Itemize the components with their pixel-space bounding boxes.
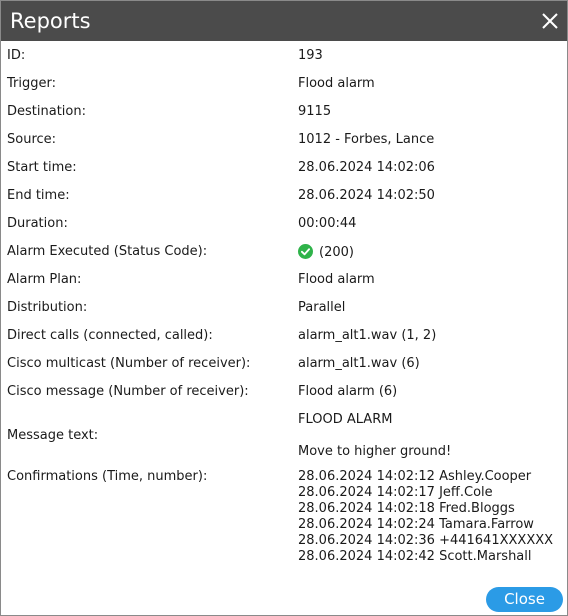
- field-end-time: End time: 28.06.2024 14:02:50: [1, 181, 567, 209]
- reports-dialog: Reports ID: 193 Trigger: Flood alarm Des…: [0, 0, 568, 616]
- field-label: Direct calls (connected, called):: [7, 328, 213, 343]
- status-code: (200): [319, 245, 354, 260]
- field-value: alarm_alt1.wav (1, 2): [298, 328, 437, 343]
- field-value: Flood alarm: [298, 272, 375, 287]
- dialog-title: Reports: [10, 9, 91, 33]
- field-label: Cisco message (Number of receiver):: [7, 384, 249, 399]
- field-value: alarm_alt1.wav (6): [298, 356, 420, 371]
- report-details: ID: 193 Trigger: Flood alarm Destination…: [1, 41, 567, 564]
- field-duration: Duration: 00:00:44: [1, 209, 567, 237]
- field-distribution: Distribution: Parallel: [1, 293, 567, 321]
- field-start-time: Start time: 28.06.2024 14:02:06: [1, 153, 567, 181]
- list-item: 28.06.2024 14:02:18 Fred.Bloggs: [298, 501, 515, 516]
- field-label: Distribution:: [7, 300, 88, 315]
- field-label: Duration:: [7, 216, 68, 231]
- message-line: FLOOD ALARM: [298, 412, 393, 427]
- field-value: 9115: [298, 104, 332, 119]
- field-label: Alarm Plan:: [7, 272, 82, 287]
- field-alarm-executed: Alarm Executed (Status Code): (200): [1, 237, 567, 265]
- field-label: End time:: [7, 188, 70, 203]
- field-value: Parallel: [298, 300, 346, 315]
- list-item: 28.06.2024 14:02:24 Tamara.Farrow: [298, 517, 534, 532]
- field-message-text: Message text: FLOOD ALARM Move to higher…: [1, 405, 567, 462]
- list-item: 28.06.2024 14:02:36 +441641XXXXXX: [298, 533, 554, 548]
- field-label: Destination:: [7, 104, 86, 119]
- close-button[interactable]: Close: [486, 587, 563, 612]
- field-cisco-multicast: Cisco multicast (Number of receiver): al…: [1, 349, 567, 377]
- list-item: 28.06.2024 14:02:17 Jeff.Cole: [298, 485, 493, 500]
- list-item: 28.06.2024 14:02:42 Scott.Marshall: [298, 549, 532, 564]
- field-source: Source: 1012 - Forbes, Lance: [1, 125, 567, 153]
- field-value-with-status: (200): [298, 244, 354, 261]
- field-id: ID: 193: [1, 41, 567, 69]
- field-value: 00:00:44: [298, 216, 357, 231]
- field-label: ID:: [7, 48, 26, 63]
- field-label: Start time:: [7, 160, 77, 175]
- field-alarm-plan: Alarm Plan: Flood alarm: [1, 265, 567, 293]
- field-value: 28.06.2024 14:02:06: [298, 160, 435, 175]
- field-value: Flood alarm: [298, 76, 375, 91]
- field-trigger: Trigger: Flood alarm: [1, 69, 567, 97]
- field-value: 193: [298, 48, 323, 63]
- field-direct-calls: Direct calls (connected, called): alarm_…: [1, 321, 567, 349]
- title-bar: Reports: [1, 1, 567, 41]
- check-circle-icon: [298, 244, 313, 259]
- field-label: Alarm Executed (Status Code):: [7, 244, 208, 259]
- field-destination: Destination: 9115: [1, 97, 567, 125]
- message-line: Move to higher ground!: [298, 444, 452, 459]
- list-item: 28.06.2024 14:02:12 Ashley.Cooper: [298, 469, 532, 484]
- field-confirmations: Confirmations (Time, number): 28.06.2024…: [1, 462, 567, 564]
- field-label: Trigger:: [7, 76, 56, 91]
- message-text: FLOOD ALARM Move to higher ground!: [298, 412, 451, 460]
- field-label: Cisco multicast (Number of receiver):: [7, 356, 251, 371]
- close-icon[interactable]: [539, 10, 561, 32]
- field-label: Message text:: [7, 428, 99, 443]
- field-cisco-message: Cisco message (Number of receiver): Floo…: [1, 377, 567, 405]
- field-value: Flood alarm (6): [298, 384, 398, 399]
- field-label: Source:: [7, 132, 57, 147]
- confirmations-list: 28.06.2024 14:02:12 Ashley.Cooper 28.06.…: [298, 469, 553, 565]
- field-label: Confirmations (Time, number):: [7, 469, 208, 484]
- field-value: 1012 - Forbes, Lance: [298, 132, 435, 147]
- field-value: 28.06.2024 14:02:50: [298, 188, 435, 203]
